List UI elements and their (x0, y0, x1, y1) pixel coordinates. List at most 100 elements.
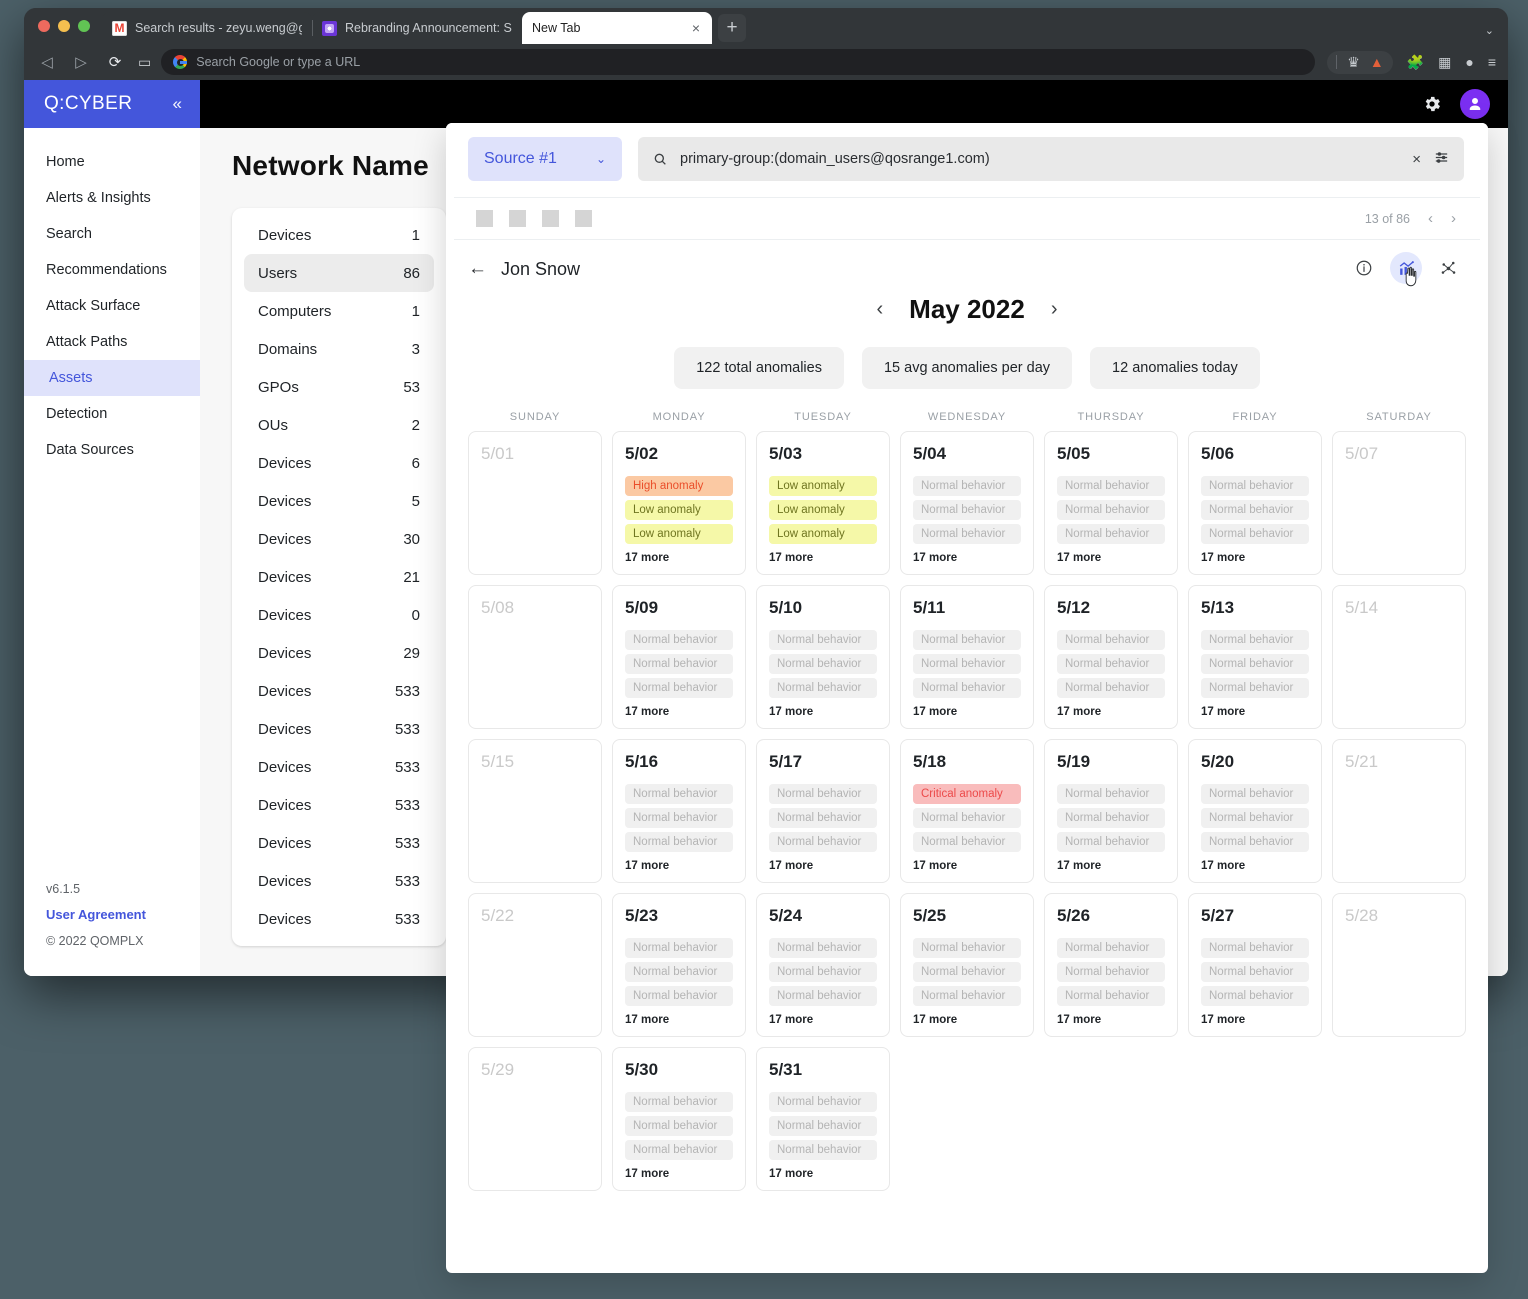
network-list-item[interactable]: Domains 3 (244, 330, 434, 368)
anomaly-event-normal[interactable]: Normal behavior (769, 654, 877, 674)
sidebar-item-attack-surface[interactable]: Attack Surface (24, 288, 200, 324)
info-icon[interactable] (1348, 252, 1380, 284)
anomaly-event-normal[interactable]: Normal behavior (769, 808, 877, 828)
calendar-day-cell[interactable]: 5/23 Normal behavior Normal behavior Normal… (612, 893, 746, 1037)
sidebar-item-data-sources[interactable]: Data Sources (24, 432, 200, 468)
anomaly-event-normal[interactable]: Normal behavior (913, 524, 1021, 544)
anomaly-event-normal[interactable]: Normal behavior (769, 1140, 877, 1160)
anomaly-event-normal[interactable]: Normal behavior (1201, 784, 1309, 804)
more-events-link[interactable]: 17 more (1201, 860, 1309, 872)
more-events-link[interactable]: 17 more (769, 860, 877, 872)
more-events-link[interactable]: 17 more (913, 1014, 1021, 1026)
placeholder-square[interactable] (509, 210, 526, 227)
network-list-item[interactable]: Devices 6 (244, 444, 434, 482)
anomaly-event-normal[interactable]: Normal behavior (769, 630, 877, 650)
more-events-link[interactable]: 17 more (625, 706, 733, 718)
sidebar-item-detection[interactable]: Detection (24, 396, 200, 432)
calendar-day-cell[interactable]: 5/25 Normal behavior Normal behavior Normal… (900, 893, 1034, 1037)
more-events-link[interactable]: 17 more (625, 1014, 733, 1026)
calendar-day-cell[interactable]: 5/26 Normal behavior Normal behavior Normal… (1044, 893, 1178, 1037)
anomaly-event-normal[interactable]: Normal behavior (625, 938, 733, 958)
calendar-day-cell[interactable]: 5/17 Normal behavior Normal behavior Normal… (756, 739, 890, 883)
analytics-chart-icon[interactable] (1390, 252, 1422, 287)
more-events-link[interactable]: 17 more (913, 706, 1021, 718)
triangle-icon[interactable]: ▲ (1370, 54, 1384, 70)
anomaly-event-normal[interactable]: Normal behavior (1057, 938, 1165, 958)
anomaly-event-normal[interactable]: Normal behavior (913, 962, 1021, 982)
network-list-item[interactable]: Devices 533 (244, 862, 434, 900)
anomaly-event-normal[interactable]: Normal behavior (1057, 678, 1165, 698)
calendar-day-cell[interactable]: 5/16 Normal behavior Normal behavior Normal… (612, 739, 746, 883)
anomaly-event-normal[interactable]: Normal behavior (913, 832, 1021, 852)
anomaly-event-normal[interactable]: Normal behavior (625, 986, 733, 1006)
more-events-link[interactable]: 17 more (1201, 706, 1309, 718)
calendar-day-cell[interactable]: 5/09 Normal behavior Normal behavior Normal… (612, 585, 746, 729)
anomaly-event-normal[interactable]: Normal behavior (1201, 986, 1309, 1006)
address-bar[interactable]: Search Google or type a URL (161, 49, 1316, 75)
more-events-link[interactable]: 17 more (1057, 552, 1165, 564)
browser-tab-1[interactable]: Search results - zeyu.weng@gmail.c (102, 12, 312, 44)
calendar-day-cell[interactable]: 5/05 Normal behavior Normal behavior Normal… (1044, 431, 1178, 575)
anomaly-event-normal[interactable]: Normal behavior (913, 808, 1021, 828)
anomaly-event-normal[interactable]: Normal behavior (769, 832, 877, 852)
anomaly-event-normal[interactable]: Normal behavior (1057, 962, 1165, 982)
sidebar-item-assets[interactable]: Assets (24, 360, 200, 396)
chevron-down-icon[interactable]: ⌄ (1485, 24, 1494, 37)
anomaly-event-normal[interactable]: Normal behavior (625, 1092, 733, 1112)
anomaly-event-normal[interactable]: Normal behavior (913, 630, 1021, 650)
next-month-icon[interactable]: › (1051, 298, 1058, 321)
anomaly-event-low[interactable]: Low anomaly (625, 524, 733, 544)
more-events-link[interactable]: 17 more (913, 552, 1021, 564)
anomaly-event-normal[interactable]: Normal behavior (769, 962, 877, 982)
anomaly-event-normal[interactable]: Normal behavior (625, 784, 733, 804)
anomaly-event-normal[interactable]: Normal behavior (769, 784, 877, 804)
anomaly-event-critical[interactable]: Critical anomaly (913, 784, 1021, 804)
network-list-item[interactable]: Devices 30 (244, 520, 434, 558)
anomaly-event-normal[interactable]: Normal behavior (913, 938, 1021, 958)
anomaly-event-normal[interactable]: Normal behavior (625, 654, 733, 674)
anomaly-event-normal[interactable]: Normal behavior (1201, 630, 1309, 650)
anomaly-event-normal[interactable]: Normal behavior (1057, 808, 1165, 828)
network-list-item[interactable]: Devices 5 (244, 482, 434, 520)
anomaly-event-normal[interactable]: Normal behavior (769, 986, 877, 1006)
collapse-sidebar-icon[interactable]: « (173, 94, 182, 114)
more-events-link[interactable]: 17 more (1201, 552, 1309, 564)
sidebar-item-home[interactable]: Home (24, 144, 200, 180)
wallet-icon[interactable]: ▦ (1438, 54, 1451, 71)
calendar-day-cell[interactable]: 5/14 (1332, 585, 1466, 729)
anomaly-event-normal[interactable]: Normal behavior (1057, 784, 1165, 804)
network-graph-icon[interactable] (1432, 252, 1464, 284)
anomaly-event-normal[interactable]: Normal behavior (1057, 500, 1165, 520)
anomaly-event-normal[interactable]: Normal behavior (1057, 986, 1165, 1006)
anomaly-event-normal[interactable]: Normal behavior (1201, 808, 1309, 828)
anomaly-event-low[interactable]: Low anomaly (769, 476, 877, 496)
menu-icon[interactable]: ≡ (1488, 54, 1496, 70)
bookmark-icon[interactable]: ▭ (138, 54, 151, 71)
calendar-day-cell[interactable]: 5/22 (468, 893, 602, 1037)
prev-page-icon[interactable]: ‹ (1428, 210, 1433, 227)
network-list-item[interactable]: Users 86 (244, 254, 434, 292)
anomaly-event-high[interactable]: High anomaly (625, 476, 733, 496)
calendar-day-cell[interactable]: 5/11 Normal behavior Normal behavior Normal… (900, 585, 1034, 729)
placeholder-square[interactable] (575, 210, 592, 227)
anomaly-event-normal[interactable]: Normal behavior (1057, 524, 1165, 544)
placeholder-square[interactable] (476, 210, 493, 227)
reload-icon[interactable]: ⟳ (104, 53, 126, 71)
anomaly-event-low[interactable]: Low anomaly (769, 524, 877, 544)
network-list-item[interactable]: Computers 1 (244, 292, 434, 330)
filter-sliders-icon[interactable] (1433, 149, 1450, 170)
placeholder-square[interactable] (542, 210, 559, 227)
anomaly-event-normal[interactable]: Normal behavior (1201, 524, 1309, 544)
anomaly-event-normal[interactable]: Normal behavior (625, 630, 733, 650)
network-list-item[interactable]: Devices 29 (244, 634, 434, 672)
network-list-item[interactable]: OUs 2 (244, 406, 434, 444)
anomaly-event-normal[interactable]: Normal behavior (769, 938, 877, 958)
anomaly-event-normal[interactable]: Normal behavior (1201, 476, 1309, 496)
network-list-item[interactable]: Devices 533 (244, 748, 434, 786)
calendar-day-cell[interactable]: 5/03 Low anomaly Low anomaly Low anomaly 17 … (756, 431, 890, 575)
calendar-day-cell[interactable]: 5/20 Normal behavior Normal behavior Normal… (1188, 739, 1322, 883)
profile-icon[interactable]: ● (1465, 54, 1473, 70)
close-window-button[interactable] (38, 20, 50, 32)
network-list-item[interactable]: Devices 533 (244, 710, 434, 748)
calendar-day-cell[interactable]: 5/15 (468, 739, 602, 883)
